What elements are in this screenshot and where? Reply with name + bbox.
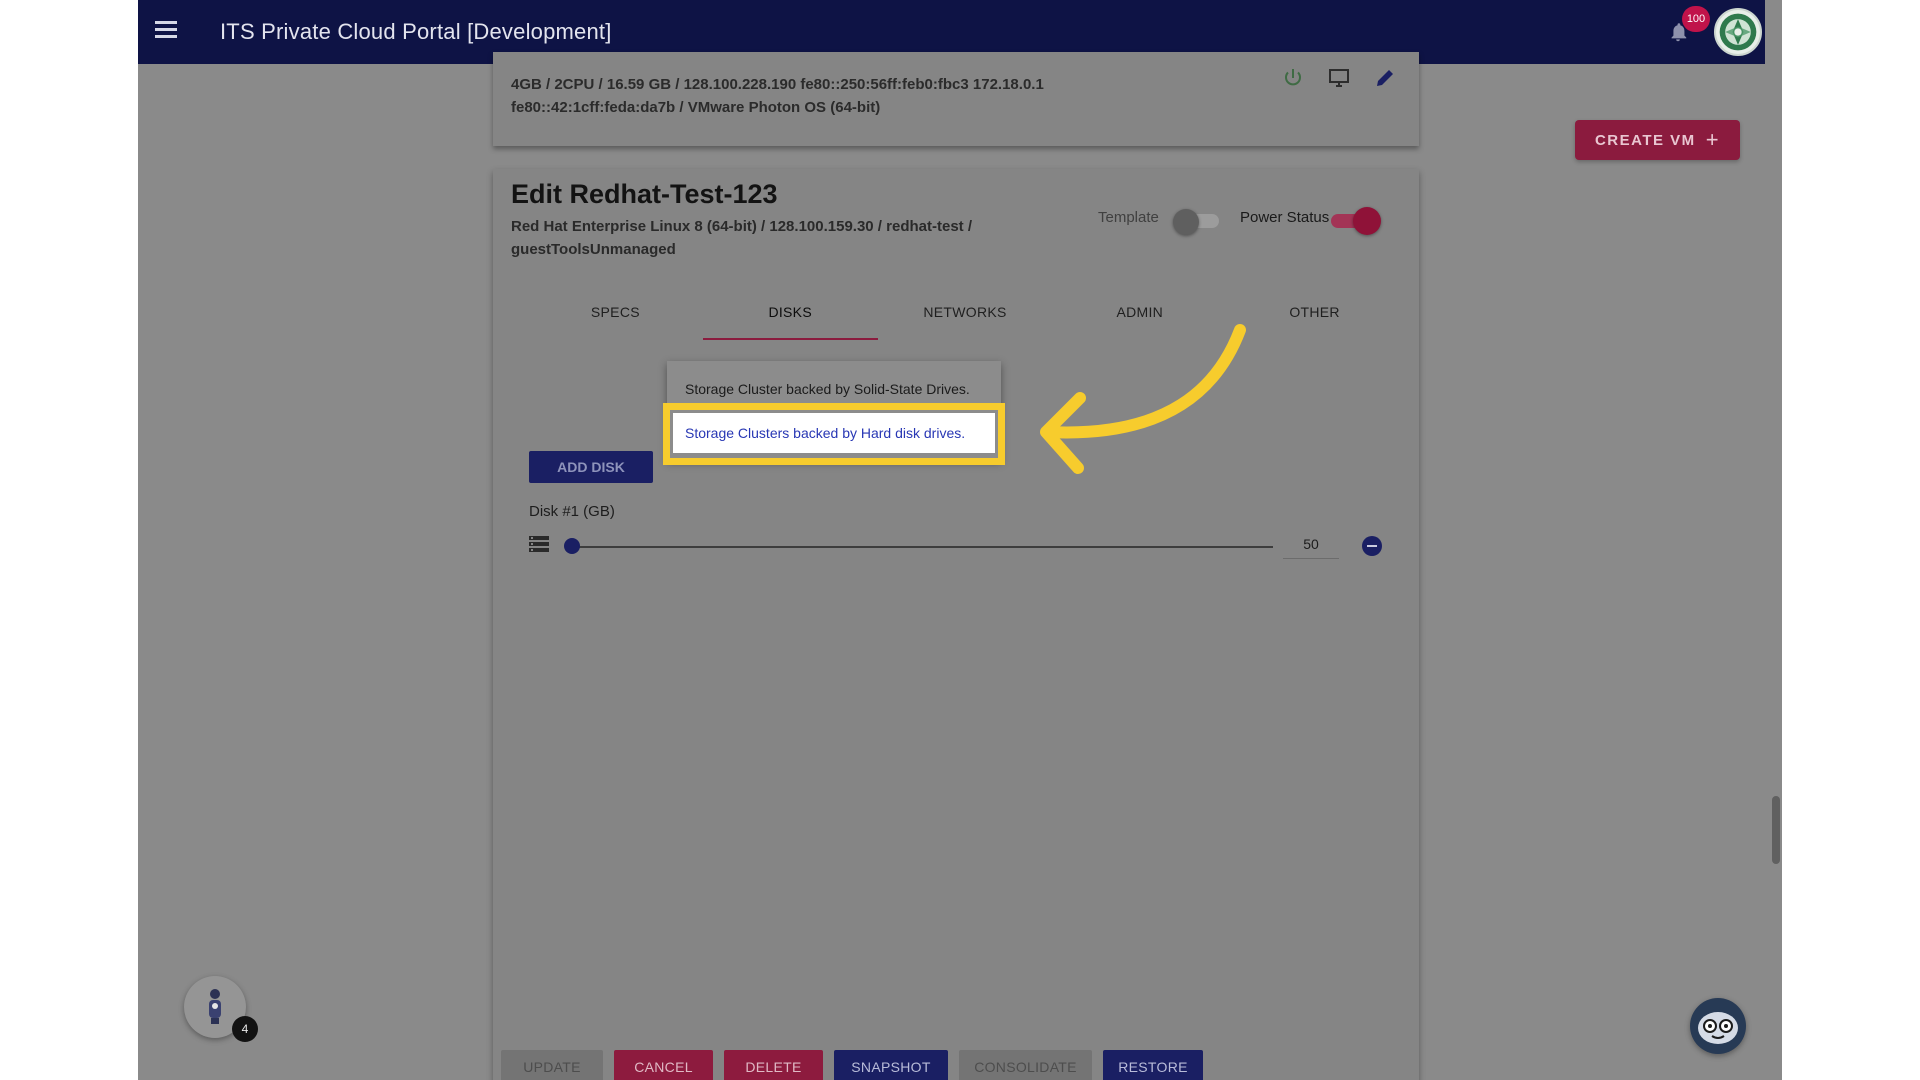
create-vm-label: CREATE VM (1594, 131, 1696, 149)
vm-card-previous: 4GB / 2CPU / 16.59 GB / 128.100.228.190 … (493, 52, 1419, 146)
user-avatar[interactable] (1714, 8, 1762, 56)
template-label: Template (1098, 209, 1159, 226)
edit-vm-title: Edit Redhat-Test-123 (511, 179, 778, 209)
disk-size-slider-thumb[interactable] (564, 538, 580, 554)
template-toggle[interactable] (1173, 209, 1219, 235)
edit-vm-subtitle: Red Hat Enterprise Linux 8 (64-bit) / 12… (511, 218, 972, 258)
edit-icon[interactable] (1373, 66, 1397, 90)
snapshot-button[interactable]: SNAPSHOT (834, 1050, 948, 1080)
vm-specs-line-2: fe80::42:1cff:feda:da7b / VMware Photon … (511, 99, 881, 116)
tab-disks[interactable]: DISKS (702, 286, 878, 340)
cancel-button[interactable]: CANCEL (614, 1050, 713, 1080)
add-disk-button[interactable]: ADD DISK (529, 451, 653, 483)
tab-specs[interactable]: SPECS (528, 286, 703, 338)
power-status-toggle[interactable] (1331, 205, 1383, 235)
app-frame: ITS Private Cloud Portal [Development] 1… (138, 0, 1782, 1080)
plus-icon: + (1705, 127, 1721, 152)
disk-size-label: Disk #1 (GB) (529, 503, 615, 520)
callout-arrow-icon (1040, 324, 1246, 474)
vm-specs-line: 4GB / 2CPU / 16.59 GB / 128.100.228.190 … (511, 76, 1044, 93)
page-scrollbar[interactable] (1772, 796, 1780, 864)
power-status-label: Power Status (1240, 209, 1330, 226)
storage-list-icon[interactable] (529, 536, 549, 552)
remove-disk-icon[interactable] (1362, 536, 1382, 556)
assistant-count-badge: 4 (232, 1016, 258, 1042)
app-title: ITS Private Cloud Portal [Development] (220, 19, 612, 44)
edit-vm-actions: UPDATE CANCEL DELETE SNAPSHOT CONSOLIDAT… (501, 1050, 1203, 1080)
power-icon[interactable] (1281, 66, 1305, 90)
dropdown-option-hdd[interactable]: Storage Clusters backed by Hard disk dri… (673, 413, 995, 453)
restore-button[interactable]: RESTORE (1103, 1050, 1203, 1080)
edit-vm-tabs: SPECS DISKS NETWORKS ADMIN OTHER (528, 286, 1402, 340)
disk-size-slider-track[interactable] (571, 546, 1273, 548)
hamburger-menu-icon[interactable] (152, 18, 180, 46)
dropdown-option-ssd[interactable]: Storage Cluster backed by Solid-State Dr… (667, 371, 1001, 407)
delete-button[interactable]: DELETE (724, 1050, 823, 1080)
disk-size-input[interactable]: 50 (1283, 529, 1339, 559)
chat-bot-icon[interactable] (1690, 998, 1746, 1054)
consolidate-button[interactable]: CONSOLIDATE (959, 1050, 1092, 1080)
notification-count-badge: 100 (1682, 6, 1710, 32)
edit-vm-card: Edit Redhat-Test-123 Red Hat Enterprise … (493, 169, 1419, 1080)
console-icon[interactable] (1327, 66, 1351, 90)
update-button[interactable]: UPDATE (501, 1050, 603, 1080)
create-vm-button[interactable]: CREATE VM + (1575, 120, 1740, 160)
